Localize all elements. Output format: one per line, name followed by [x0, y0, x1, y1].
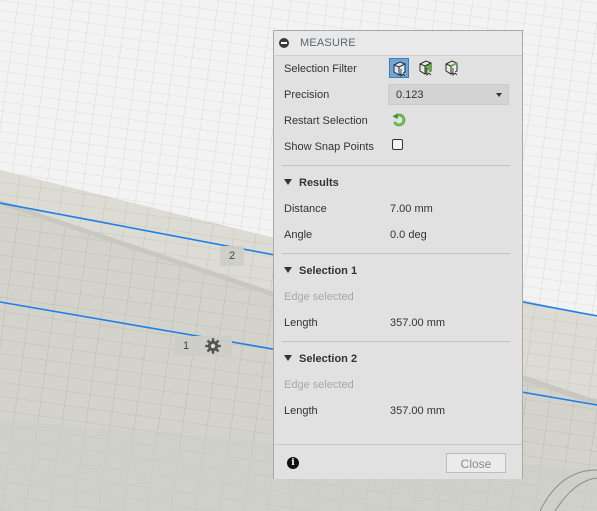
close-button[interactable]: Close	[446, 453, 506, 473]
precision-label: Precision	[284, 89, 330, 101]
panel-title: MEASURE	[300, 37, 356, 49]
triangle-down-icon	[284, 267, 292, 273]
divider	[282, 253, 510, 254]
precision-value: 0.123	[396, 89, 424, 101]
restart-selection-label: Restart Selection	[284, 115, 368, 127]
divider	[282, 341, 510, 342]
panel-header[interactable]: MEASURE	[274, 31, 522, 56]
selection-1-type: Edge selected	[284, 291, 354, 303]
distance-label: Distance	[284, 203, 327, 215]
marker-label: 1	[183, 340, 190, 352]
restart-selection-icon[interactable]	[391, 112, 407, 128]
selection-2-section-header[interactable]: Selection 2	[284, 353, 357, 365]
edge-select-icon[interactable]	[442, 58, 462, 78]
triangle-down-icon	[284, 179, 292, 185]
angle-value: 0.0 deg	[390, 229, 427, 241]
show-snap-points-label: Show Snap Points	[284, 141, 374, 153]
selection-filter-label: Selection Filter	[284, 63, 357, 75]
selection-1-heading: Selection 1	[299, 265, 358, 277]
triangle-down-icon	[284, 355, 292, 361]
selection-1-length-value: 357.00 mm	[390, 317, 446, 329]
show-snap-points-checkbox[interactable]	[392, 139, 403, 150]
info-icon[interactable]: i	[287, 457, 299, 469]
selection-marker-2[interactable]: 2	[220, 246, 244, 266]
results-heading: Results	[299, 177, 339, 189]
selection-marker-1[interactable]: 1	[174, 336, 232, 356]
selection-2-type: Edge selected	[284, 379, 354, 391]
panel-footer: i Close	[274, 444, 522, 479]
precision-dropdown[interactable]: 0.123	[388, 84, 509, 105]
results-section-header[interactable]: Results	[284, 177, 339, 189]
divider	[282, 165, 510, 166]
distance-value: 7.00 mm	[390, 203, 433, 215]
collapse-icon[interactable]	[279, 38, 289, 48]
selection-1-length-label: Length	[284, 317, 318, 329]
body-select-icon[interactable]	[389, 58, 409, 78]
marker-label: 2	[228, 250, 236, 262]
selection-2-length-value: 357.00 mm	[390, 405, 446, 417]
face-select-icon[interactable]	[416, 58, 436, 78]
angle-label: Angle	[284, 229, 313, 241]
measure-panel: MEASURE Selection Filter Precision 0.123	[273, 30, 523, 479]
selection-2-heading: Selection 2	[299, 353, 358, 365]
selection-1-section-header[interactable]: Selection 1	[284, 265, 357, 277]
selection-2-length-label: Length	[284, 405, 318, 417]
chevron-down-icon	[496, 93, 502, 97]
gear-icon[interactable]	[204, 337, 222, 355]
